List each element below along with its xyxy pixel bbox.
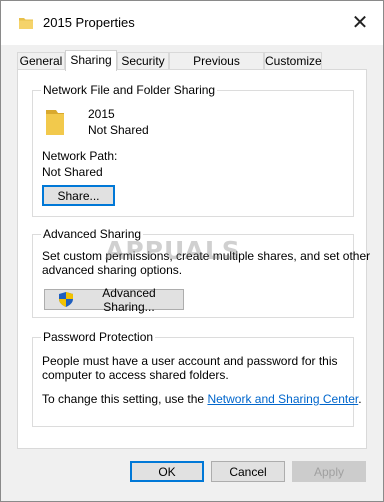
advanced-sharing-description-line2: advanced sharing options. (42, 263, 183, 277)
password-protection-line2: computer to access shared folders. (42, 368, 229, 382)
network-sharing-center-link[interactable]: Network and Sharing Center (207, 392, 358, 406)
tab-general[interactable]: General (17, 52, 65, 69)
share-button[interactable]: Share... (42, 185, 115, 206)
folder-name: 2015 (88, 107, 115, 121)
close-button[interactable]: ✕ (337, 7, 383, 37)
cancel-button[interactable]: Cancel (211, 461, 285, 482)
window-title: 2015 Properties (43, 15, 135, 30)
advanced-sharing-heading: Advanced Sharing (41, 227, 144, 241)
advanced-sharing-group: Advanced Sharing Set custom permissions,… (32, 227, 370, 318)
advanced-sharing-button[interactable]: Advanced Sharing... (44, 286, 184, 314)
sharing-tab-panel: Network File and Folder Sharing 2015 Not… (17, 69, 370, 449)
password-protection-group: Password Protection People must have a u… (32, 330, 362, 427)
properties-dialog: 2015 Properties ✕ General Sharing Securi… (0, 0, 384, 502)
network-path-label: Network Path: (42, 149, 118, 163)
uac-shield-icon (59, 292, 73, 307)
tab-sharing[interactable]: Sharing (65, 50, 117, 71)
tab-previous-versions[interactable]: Previous Versions (169, 52, 264, 85)
password-protection-heading: Password Protection (41, 330, 156, 344)
apply-button[interactable]: Apply (292, 461, 366, 482)
folder-icon (19, 18, 33, 29)
change-setting-suffix: . (358, 392, 362, 406)
tab-strip: General Sharing Security Previous Versio… (17, 50, 367, 85)
network-path-value: Not Shared (42, 165, 103, 179)
change-setting-text: To change this setting, use the Network … (42, 392, 362, 406)
title-bar: 2015 Properties ✕ (1, 1, 383, 45)
shared-folder-icon (46, 110, 64, 135)
network-sharing-group: Network File and Folder Sharing 2015 Not… (32, 83, 354, 217)
folder-share-status: Not Shared (88, 123, 149, 137)
tab-customize[interactable]: Customize (264, 52, 322, 69)
password-protection-line1: People must have a user account and pass… (42, 354, 338, 368)
ok-button[interactable]: OK (130, 461, 204, 482)
advanced-sharing-button-label: Advanced Sharing... (102, 285, 156, 314)
close-icon: ✕ (351, 11, 369, 34)
change-setting-prefix: To change this setting, use the (42, 392, 208, 406)
network-sharing-heading: Network File and Folder Sharing (41, 83, 218, 97)
tab-security[interactable]: Security (117, 52, 169, 69)
advanced-sharing-description-line1: Set custom permissions, create multiple … (42, 249, 371, 263)
